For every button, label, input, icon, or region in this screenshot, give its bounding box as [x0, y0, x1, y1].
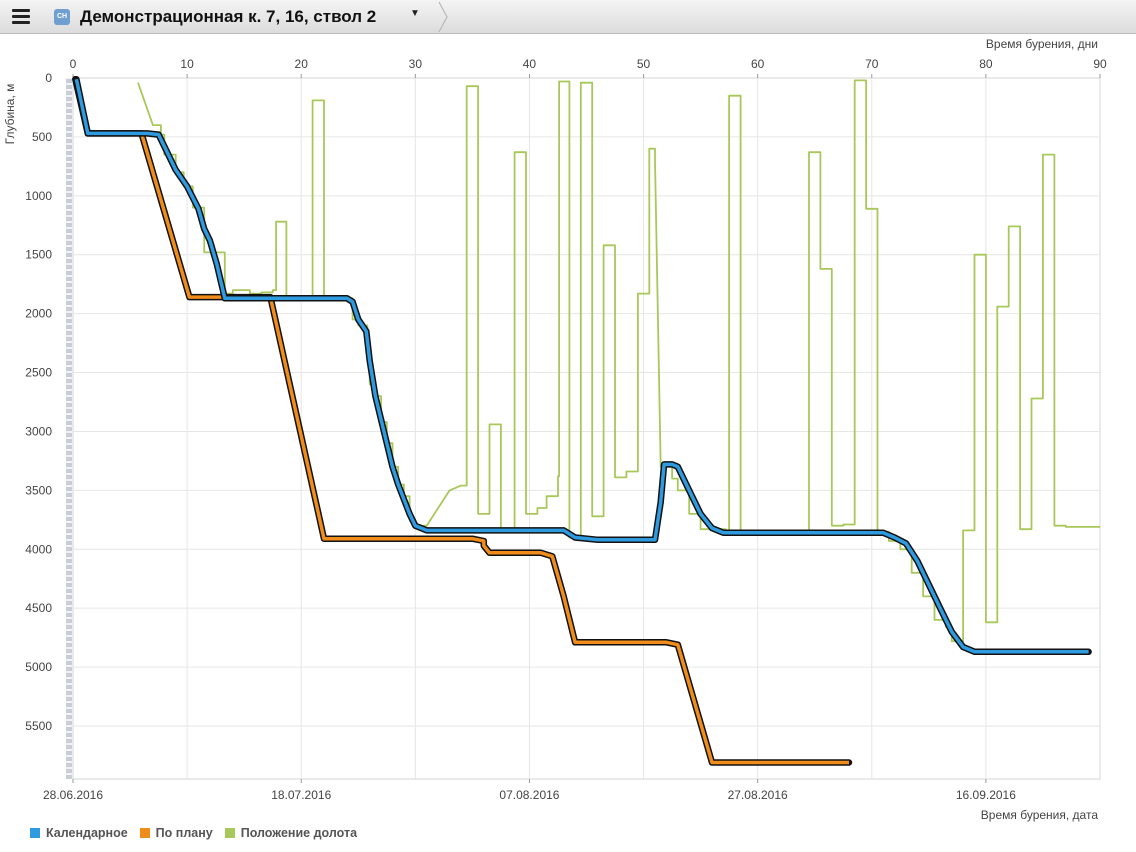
- y-tick-label: 2500: [25, 366, 52, 380]
- breadcrumb-separator-icon: [438, 1, 448, 33]
- hamburger-menu-icon[interactable]: [12, 9, 30, 25]
- y-tick-label: 1500: [25, 248, 52, 262]
- x-top-tick-label: 80: [979, 57, 993, 71]
- y-tick-label: 500: [32, 130, 52, 144]
- y-tick-label: 1000: [25, 189, 52, 203]
- x-top-tick-label: 0: [70, 57, 77, 71]
- x-top-tick-label: 50: [637, 57, 651, 71]
- legend-swatch: [224, 828, 235, 838]
- chevron-down-icon[interactable]: ▼: [410, 8, 420, 19]
- x-bottom-axis-title: Время бурения, дата: [981, 808, 1099, 822]
- legend-swatch: [139, 828, 150, 838]
- top-bar: СН Демонстрационная к. 7, 16, ствол 2 ▼: [0, 0, 1136, 34]
- x-date-tick-label: 28.06.2016: [43, 788, 103, 802]
- legend-label: Календарное: [46, 826, 128, 840]
- x-top-tick-label: 40: [523, 57, 537, 71]
- y-tick-label: 3000: [25, 424, 52, 438]
- legend-label: По плану: [155, 826, 213, 840]
- legend-item[interactable]: Календарное: [30, 826, 128, 840]
- x-date-tick-label: 16.09.2016: [956, 788, 1016, 802]
- chart-legend: Календарное По плану Положение долота: [30, 826, 369, 840]
- x-date-tick-label: 27.08.2016: [728, 788, 788, 802]
- y-tick-label: 4000: [25, 542, 52, 556]
- legend-label: Положение долота: [240, 826, 358, 840]
- x-date-tick-label: 18.07.2016: [271, 788, 331, 802]
- legend-item[interactable]: По плану: [139, 826, 213, 840]
- chart: 0500100015002000250030003500400045005000…: [3, 37, 1107, 822]
- legend-swatch: [30, 828, 40, 838]
- y-axis-title: Глубина, м: [3, 84, 17, 145]
- well-badge-icon: СН: [54, 9, 70, 25]
- x-top-tick-label: 20: [295, 57, 309, 71]
- depth-ruler-strip: [66, 78, 72, 779]
- page-title[interactable]: Демонстрационная к. 7, 16, ствол 2: [80, 7, 376, 27]
- x-top-tick-label: 90: [1093, 57, 1107, 71]
- y-tick-label: 2000: [25, 307, 52, 321]
- y-tick-label: 0: [45, 71, 52, 85]
- plot-area: [72, 77, 1101, 780]
- x-top-axis-title: Время бурения, дни: [986, 37, 1098, 51]
- x-top-tick-label: 10: [180, 57, 194, 71]
- y-tick-label: 5500: [25, 719, 52, 733]
- legend-item[interactable]: Положение долота: [224, 826, 358, 840]
- x-date-tick-label: 07.08.2016: [499, 788, 559, 802]
- y-tick-label: 4500: [25, 601, 52, 615]
- x-top-tick-label: 70: [865, 57, 879, 71]
- x-top-tick-label: 30: [409, 57, 423, 71]
- y-tick-label: 5000: [25, 660, 52, 674]
- x-top-tick-label: 60: [751, 57, 765, 71]
- y-tick-label: 3500: [25, 483, 52, 497]
